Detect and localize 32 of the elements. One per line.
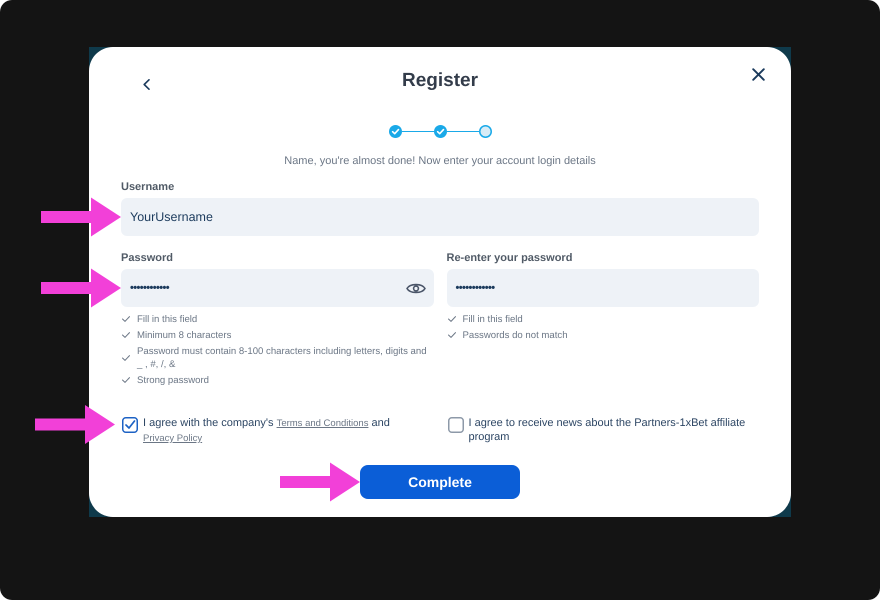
check-icon <box>122 377 130 383</box>
consent-text: I agree with the company's Terms and Conditions and Privacy Policy <box>143 416 391 446</box>
eye-icon[interactable] <box>406 282 426 294</box>
check-icon <box>122 332 130 338</box>
consent-text: I agree to receive news about the Partners-1xBet affiliate program <box>468 416 746 444</box>
check-icon <box>122 354 130 360</box>
hint-text: Password must contain 8-100 characters including letters, digits and _ , #, /, & <box>137 344 428 370</box>
checkbox[interactable] <box>448 417 464 433</box>
check-icon <box>122 316 130 322</box>
username-field[interactable]: YourUsername <box>121 198 759 236</box>
field-label: Username <box>121 180 176 194</box>
step-line <box>446 130 478 132</box>
submit-button[interactable]: Complete <box>360 465 520 499</box>
field-label: Password <box>121 251 174 265</box>
hint-text: Passwords do not match <box>462 328 568 342</box>
field-label: Re-enter your password <box>446 251 574 265</box>
consent-link[interactable]: Terms and Conditions <box>276 418 368 429</box>
password-field[interactable]: •••••••••••• <box>446 269 759 307</box>
step-line <box>402 130 434 132</box>
close-icon[interactable] <box>752 68 765 81</box>
hint-text: Fill in this field <box>462 312 523 326</box>
check-icon <box>448 316 456 322</box>
password-field[interactable]: •••••••••••• <box>121 269 434 307</box>
subtitle-text: Name, you're almost done! Now enter your account login details <box>283 154 597 168</box>
hint-text: Strong password <box>137 374 209 386</box>
hint-text: Minimum 8 characters <box>137 328 232 342</box>
dialog-title: Register <box>402 69 478 93</box>
back-icon[interactable] <box>143 79 150 90</box>
consent-link[interactable]: Privacy Policy <box>143 433 202 444</box>
check-icon <box>448 332 456 338</box>
hint-text: Fill in this field <box>137 312 198 326</box>
checkbox[interactable] <box>122 417 138 433</box>
